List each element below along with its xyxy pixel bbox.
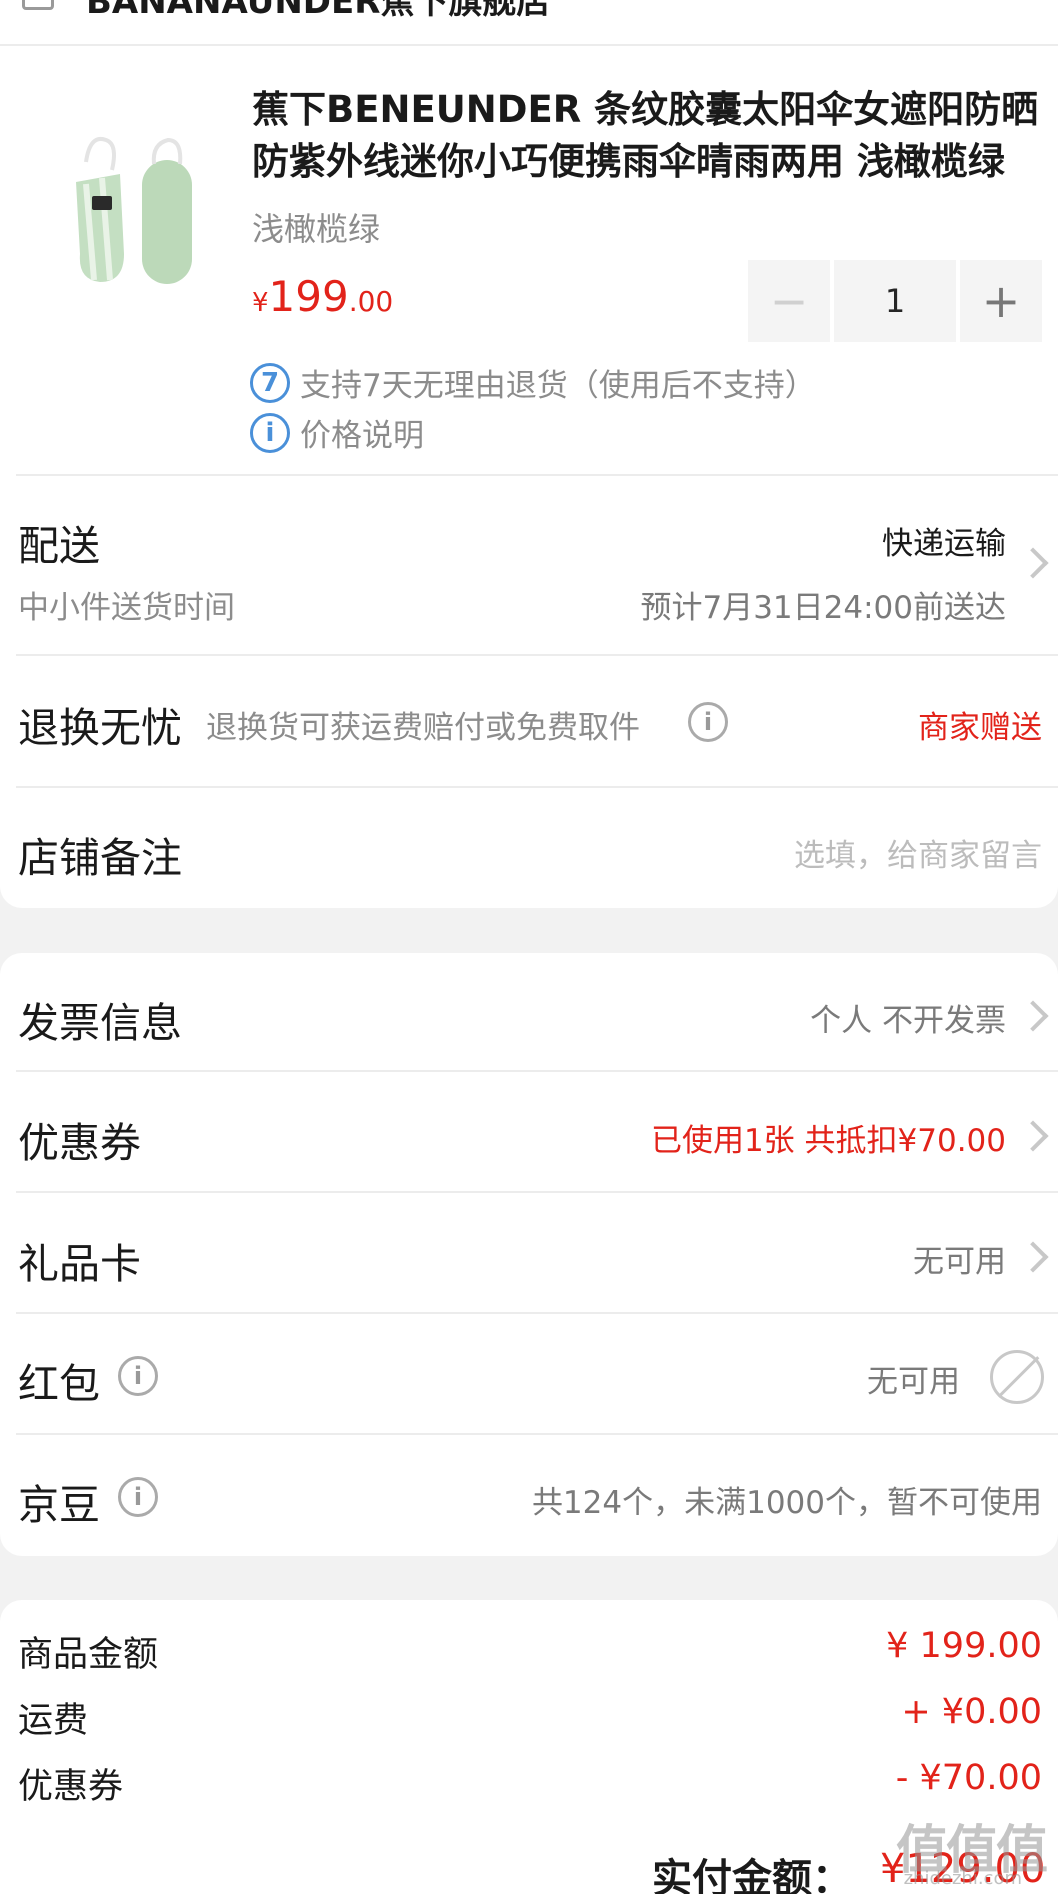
giftcard-value[interactable]: 无可用 bbox=[913, 1236, 1006, 1281]
jingdou-value: 共124个，未满1000个，暂不可使用 bbox=[531, 1485, 1042, 1521]
chevron-right-icon[interactable] bbox=[1017, 547, 1049, 579]
redpacket-label: 红包 bbox=[18, 1360, 100, 1408]
goods-amount-label: 商品金额 bbox=[18, 1635, 159, 1675]
divider bbox=[16, 1070, 1058, 1072]
redpacket-value: 无可用 bbox=[867, 1364, 960, 1400]
price-note[interactable]: i 价格说明 bbox=[250, 410, 424, 455]
quantity-minus-button[interactable]: − bbox=[748, 260, 830, 342]
goods-amount-value: ¥ 199.00 bbox=[886, 1626, 1042, 1666]
delivery-sub-label: 中小件送货时间 bbox=[18, 590, 235, 626]
store-note-input[interactable]: 选填，给商家留言 bbox=[794, 830, 1042, 875]
store-name[interactable]: BANANAUNDER蕉下旗舰店 bbox=[86, 0, 550, 23]
product-thumbnail[interactable] bbox=[28, 104, 224, 300]
chevron-right-icon[interactable] bbox=[1017, 1000, 1049, 1032]
coupon-discount-label: 优惠券 bbox=[18, 1767, 124, 1807]
jingdou-label: 京豆 bbox=[18, 1481, 100, 1529]
order-items-card: BANANAUNDER蕉下旗舰店 蕉下BENEUNDER 条纹胶囊太阳伞女遮阳防… bbox=[0, 0, 1058, 908]
return-policy-text: 支持7天无理由退货（使用后不支持） bbox=[300, 368, 816, 404]
product-spec: 浅橄榄绿 bbox=[252, 210, 381, 248]
invoice-label: 发票信息 bbox=[18, 999, 182, 1047]
return-value: 商家赠送 bbox=[918, 710, 1042, 746]
return-desc: 退换货可获运费赔付或免费取件 bbox=[206, 710, 640, 746]
return-label: 退换无忧 bbox=[18, 704, 182, 752]
shipping-value: + ¥0.00 bbox=[901, 1692, 1042, 1732]
quantity-stepper: − 1 + bbox=[748, 260, 1042, 342]
delivery-method[interactable]: 快递运输 bbox=[882, 518, 1006, 563]
umbrella-image bbox=[76, 137, 192, 284]
chevron-right-icon[interactable] bbox=[1017, 1241, 1049, 1273]
divider bbox=[16, 1191, 1058, 1193]
divider bbox=[16, 1312, 1058, 1314]
return-policy[interactable]: 7 支持7天无理由退货（使用后不支持） bbox=[250, 360, 816, 405]
divider bbox=[16, 1433, 1058, 1435]
watermark-url: zhidezhi.com bbox=[903, 1868, 1022, 1889]
info-icon: i bbox=[250, 412, 290, 453]
divider bbox=[16, 786, 1058, 788]
payment-options-card: 发票信息 个人 不开发票 优惠券 已使用1张 共抵扣¥70.00 礼品卡 无可用… bbox=[0, 953, 1058, 1556]
invoice-value[interactable]: 个人 不开发票 bbox=[810, 995, 1006, 1040]
price-integer: 199 bbox=[268, 272, 349, 321]
store-note-label: 店铺备注 bbox=[18, 834, 182, 882]
product-price: ¥199.00 bbox=[252, 272, 393, 321]
delivery-eta: 预计7月31日24:00前送达 bbox=[640, 590, 1006, 626]
disabled-icon bbox=[990, 1350, 1044, 1404]
chevron-right-icon[interactable] bbox=[1017, 1120, 1049, 1152]
divider bbox=[0, 44, 1058, 46]
coupon-discount-value: - ¥70.00 bbox=[895, 1758, 1042, 1798]
price-note-text: 价格说明 bbox=[300, 418, 424, 454]
coupon-value[interactable]: 已使用1张 共抵扣¥70.00 bbox=[651, 1115, 1006, 1160]
giftcard-label: 礼品卡 bbox=[18, 1240, 141, 1288]
price-decimal: .00 bbox=[348, 285, 394, 318]
delivery-label: 配送 bbox=[18, 522, 100, 570]
divider bbox=[16, 474, 1058, 476]
quantity-plus-button[interactable]: + bbox=[960, 260, 1042, 342]
coupon-label: 优惠券 bbox=[18, 1119, 141, 1167]
info-icon[interactable]: i bbox=[118, 1356, 158, 1396]
shipping-label: 运费 bbox=[18, 1701, 89, 1741]
price-currency: ¥ bbox=[252, 288, 269, 318]
quantity-input[interactable]: 1 bbox=[834, 260, 956, 342]
total-label: 实付金额： bbox=[652, 1856, 852, 1894]
info-icon[interactable]: i bbox=[688, 702, 728, 742]
product-title[interactable]: 蕉下BENEUNDER 条纹胶囊太阳伞女遮阳防晒防紫外线迷你小巧便携雨伞晴雨两用… bbox=[252, 84, 1042, 188]
seven-day-return-icon: 7 bbox=[250, 362, 290, 403]
store-checkbox[interactable] bbox=[22, 0, 54, 10]
divider bbox=[16, 654, 1058, 656]
info-icon[interactable]: i bbox=[118, 1477, 158, 1517]
